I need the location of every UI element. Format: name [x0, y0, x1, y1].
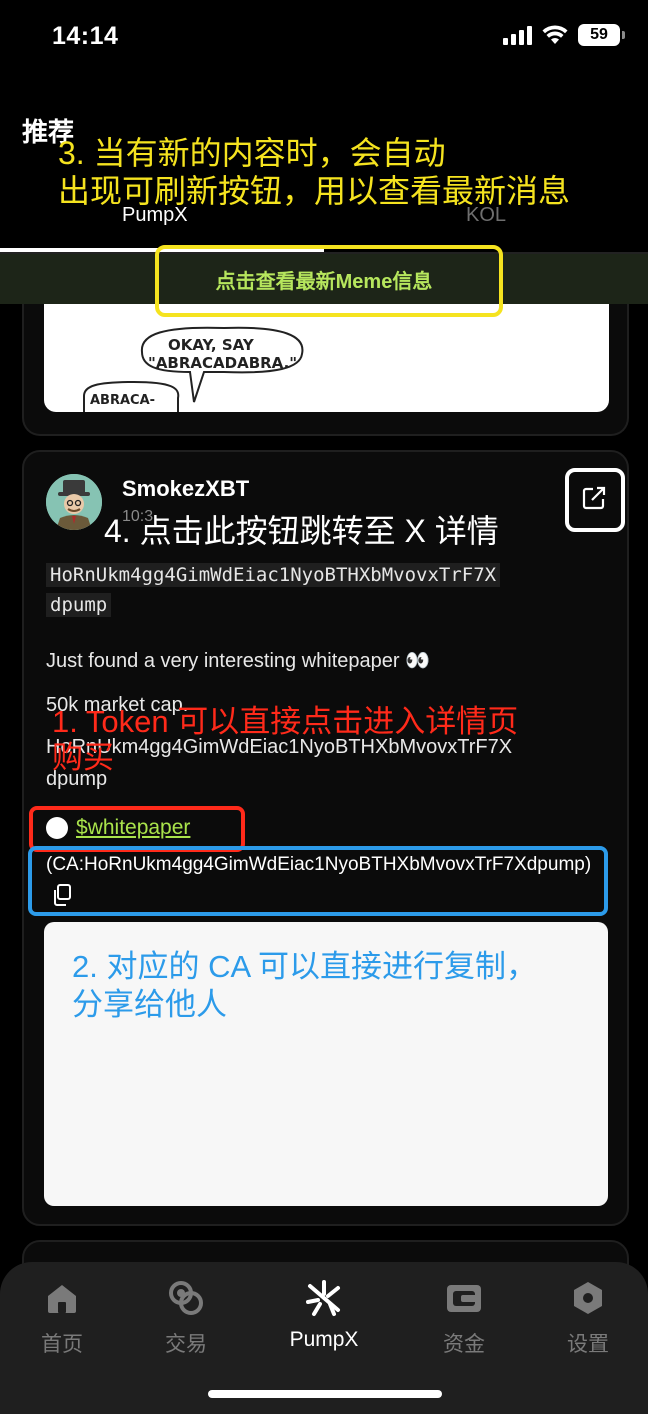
post-text-line: Just found a very interesting whitepaper… [46, 650, 430, 672]
annotation-refresh: 3. 当有新的内容时，会自动 出现可刷新按钮，用以查看最新消息 [58, 134, 570, 210]
annotation-box-external [565, 468, 625, 532]
signal-icon [503, 25, 532, 45]
annotation-box-ca [28, 846, 608, 916]
home-indicator [208, 1390, 442, 1398]
annotation-external: 4. 点击此按钮跳转至 X 详情 [104, 513, 499, 549]
status-icons: 59 [503, 24, 625, 46]
ca-code-line2: dpump [46, 593, 112, 617]
annotation-token: 1. Token 可以直接点击进入详情页 购买 [52, 704, 518, 776]
nav-label: PumpX [289, 1328, 359, 1351]
annotation-box-refresh [155, 245, 503, 317]
nav-item-funds[interactable]: 资金 [414, 1278, 514, 1358]
nav-item-settings[interactable]: 设置 [538, 1278, 638, 1358]
annotation-line: 分享给他人 [72, 987, 227, 1022]
author-name[interactable]: SmokezXBT [122, 476, 249, 502]
settings-icon [568, 1278, 608, 1318]
nav-label: 首页 [41, 1333, 83, 1356]
nav-label: 设置 [567, 1333, 609, 1356]
annotation-ca: 2. 对应的 CA 可以直接进行复制， 分享给他人 [72, 948, 537, 1024]
annotation-line: 出现可刷新按钮，用以查看最新消息 [58, 173, 571, 209]
pumpx-icon [304, 1278, 344, 1318]
nav-label: 交易 [165, 1333, 207, 1356]
annotation-line: 2. 对应的 CA 可以直接进行复制， [72, 949, 538, 984]
ca-code-block[interactable]: HoRnUkm4gg4GimWdEiac1NyoBTHXbMvovxTrF7X … [46, 560, 606, 620]
nav-label: 资金 [443, 1333, 485, 1356]
annotation-line: 1. Token 可以直接点击进入详情页 [52, 704, 519, 739]
nav-item-trade[interactable]: 交易 [136, 1278, 236, 1358]
battery-icon: 59 [578, 24, 625, 46]
trade-icon [166, 1278, 206, 1318]
comic-illustration: OKAY, SAY "ABRACADABRA." ABRACA- [83, 326, 304, 412]
nav-item-pumpx[interactable]: PumpX [274, 1278, 374, 1352]
wallet-icon [444, 1278, 484, 1318]
nav-item-home[interactable]: 首页 [12, 1278, 112, 1358]
ca-code-line1: HoRnUkm4gg4GimWdEiac1NyoBTHXbMvovxTrF7X [46, 563, 501, 587]
post-image[interactable]: OKAY, SAY "ABRACADABRA." ABRACA- [44, 304, 609, 412]
status-bar: 14:14 59 [0, 0, 648, 74]
home-icon [42, 1278, 82, 1318]
comic-bubble-text-2: "ABRACADABRA." [148, 354, 297, 372]
annotation-line: 购买 [52, 740, 114, 775]
comic-bubble-text: OKAY, SAY [168, 336, 255, 354]
annotation-line: 3. 当有新的内容时，会自动 [58, 135, 446, 171]
status-time: 14:14 [52, 22, 119, 50]
wifi-icon [542, 25, 568, 44]
avatar[interactable] [46, 474, 102, 530]
comic-small-bubble: ABRACA- [90, 393, 155, 408]
